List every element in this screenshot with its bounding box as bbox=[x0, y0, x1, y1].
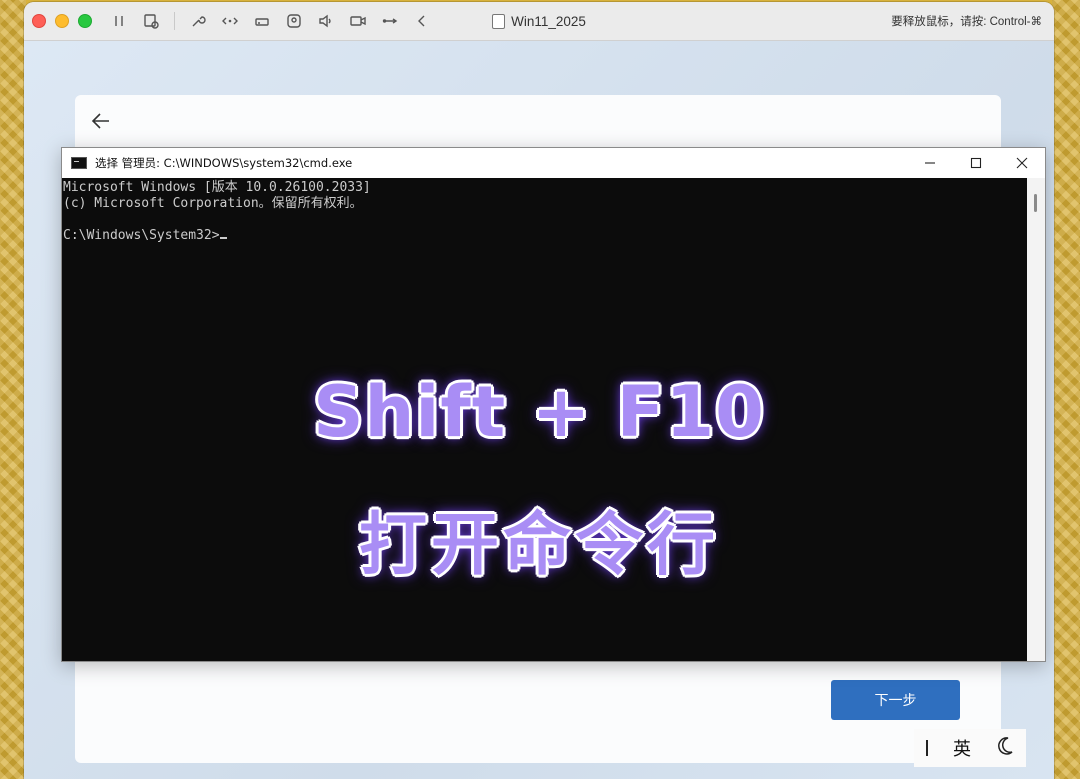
console-line: (c) Microsoft Corporation。保留所有权利。 bbox=[63, 196, 363, 211]
minimize-window-button[interactable] bbox=[55, 14, 69, 28]
disk-icon[interactable] bbox=[253, 12, 271, 30]
vm-window: Win11_2025 要释放鼠标，请按: Control-⌘ 下一步 选择 管理… bbox=[24, 2, 1054, 779]
chevron-left-icon[interactable] bbox=[413, 12, 431, 30]
ime-tray: 英 bbox=[914, 729, 1026, 767]
ime-mode-indicator[interactable]: 英 bbox=[953, 735, 971, 761]
text-cursor bbox=[219, 237, 227, 239]
cmd-maximize-button[interactable] bbox=[953, 148, 999, 178]
console-line: Microsoft Windows [版本 10.0.26100.2033] bbox=[63, 180, 371, 195]
vm-title-text: Win11_2025 bbox=[511, 13, 586, 29]
console-icon bbox=[71, 157, 87, 169]
document-icon bbox=[492, 13, 506, 29]
scrollbar-thumb[interactable] bbox=[1034, 194, 1037, 212]
cmd-close-button[interactable] bbox=[999, 148, 1045, 178]
desktop-background-right bbox=[1052, 0, 1080, 779]
cmd-titlebar[interactable]: 选择 管理员: C:\WINDOWS\system32\cmd.exe bbox=[62, 148, 1045, 178]
ime-divider bbox=[926, 740, 929, 756]
usb-icon[interactable] bbox=[381, 12, 399, 30]
zoom-window-button[interactable] bbox=[78, 14, 92, 28]
vm-toolbar bbox=[110, 12, 445, 30]
camera-user-icon[interactable] bbox=[285, 12, 303, 30]
next-button[interactable]: 下一步 bbox=[831, 680, 960, 720]
speaker-icon[interactable] bbox=[317, 12, 335, 30]
vm-display: 下一步 选择 管理员: C:\WINDOWS\system32\cmd.exe bbox=[24, 41, 1054, 779]
overlay-shortcut-text: Shift + F10 bbox=[313, 371, 765, 453]
cmd-title: 选择 管理员: C:\WINDOWS\system32\cmd.exe bbox=[95, 156, 353, 170]
window-controls bbox=[32, 14, 92, 28]
vm-titlebar: Win11_2025 要释放鼠标，请按: Control-⌘ bbox=[24, 2, 1054, 41]
moon-icon[interactable] bbox=[996, 736, 1014, 761]
back-arrow-icon[interactable] bbox=[89, 109, 113, 133]
pause-icon[interactable] bbox=[110, 12, 128, 30]
console-prompt: C:\Windows\System32> bbox=[63, 228, 220, 243]
cmd-window-controls bbox=[907, 148, 1045, 178]
console-prompt-line: C:\Windows\System32> bbox=[63, 228, 1027, 244]
wrench-icon[interactable] bbox=[189, 12, 207, 30]
network-icon[interactable] bbox=[221, 12, 239, 30]
release-mouse-hint: 要释放鼠标，请按: Control-⌘ bbox=[891, 16, 1042, 28]
close-window-button[interactable] bbox=[32, 14, 46, 28]
overlay-caption-text: 打开命令行 bbox=[358, 506, 719, 585]
desktop-background-left bbox=[0, 0, 26, 779]
toolbar-divider bbox=[174, 12, 175, 30]
cmd-minimize-button[interactable] bbox=[907, 148, 953, 178]
snapshot-icon[interactable] bbox=[142, 12, 160, 30]
video-camera-icon[interactable] bbox=[349, 12, 367, 30]
